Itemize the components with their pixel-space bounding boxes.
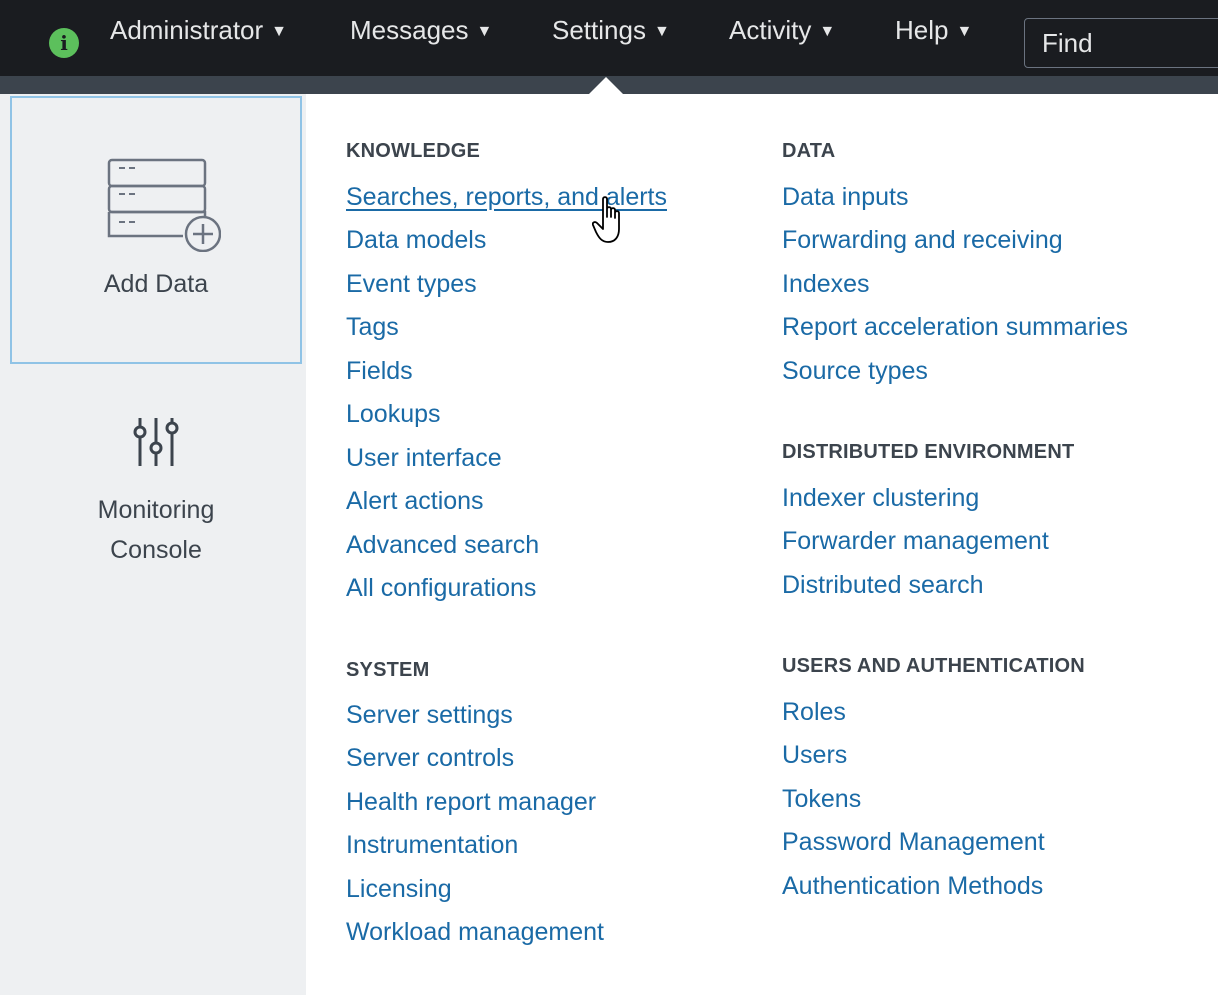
link-all-configurations[interactable]: All configurations bbox=[346, 574, 536, 603]
link-alert-actions[interactable]: Alert actions bbox=[346, 487, 484, 516]
pointer-hand-icon bbox=[592, 196, 620, 243]
link-health-report-manager[interactable]: Health report manager bbox=[346, 788, 596, 817]
settings-menu-label: Settings bbox=[552, 15, 646, 45]
link-event-types[interactable]: Event types bbox=[346, 270, 477, 299]
link-data-models[interactable]: Data models bbox=[346, 226, 486, 255]
chevron-down-icon: ▼ bbox=[271, 23, 287, 40]
link-forwarding-and-receiving[interactable]: Forwarding and receiving bbox=[782, 226, 1063, 255]
menu-pointer bbox=[589, 77, 623, 94]
chevron-down-icon: ▼ bbox=[819, 23, 836, 40]
help-menu-label: Help bbox=[895, 15, 949, 45]
distributed-environment-heading: DISTRIBUTED ENVIRONMENT bbox=[782, 441, 1075, 463]
link-authentication-methods[interactable]: Authentication Methods bbox=[782, 872, 1043, 901]
messages-menu[interactable]: Messages ▼ bbox=[350, 12, 492, 48]
add-data-tile[interactable]: Add Data bbox=[10, 96, 302, 364]
link-indexes[interactable]: Indexes bbox=[782, 270, 870, 299]
sliders-icon bbox=[133, 418, 179, 466]
chevron-down-icon: ▼ bbox=[653, 23, 670, 40]
find-input[interactable] bbox=[1024, 18, 1218, 68]
link-data-inputs[interactable]: Data inputs bbox=[782, 183, 908, 212]
link-users[interactable]: Users bbox=[782, 741, 847, 770]
settings-menu[interactable]: Settings ▼ bbox=[552, 12, 670, 48]
system-heading: SYSTEM bbox=[346, 659, 430, 681]
help-menu[interactable]: Help ▼ bbox=[895, 12, 972, 48]
data-heading: DATA bbox=[782, 140, 836, 162]
link-tags[interactable]: Tags bbox=[346, 313, 399, 342]
link-indexer-clustering[interactable]: Indexer clustering bbox=[782, 484, 979, 513]
info-icon[interactable]: i bbox=[49, 28, 79, 58]
link-instrumentation[interactable]: Instrumentation bbox=[346, 831, 518, 860]
link-tokens[interactable]: Tokens bbox=[782, 785, 861, 814]
activity-menu-label: Activity bbox=[729, 15, 812, 45]
add-data-label: Add Data bbox=[103, 270, 209, 298]
knowledge-heading: KNOWLEDGE bbox=[346, 140, 481, 162]
link-server-settings[interactable]: Server settings bbox=[346, 701, 513, 730]
chevron-down-icon: ▼ bbox=[956, 23, 973, 40]
link-workload-management[interactable]: Workload management bbox=[346, 918, 604, 947]
link-source-types[interactable]: Source types bbox=[782, 357, 928, 386]
user-menu[interactable]: Administrator ▼ bbox=[110, 12, 287, 48]
monitoring-console-tile[interactable]: Monitoring Console bbox=[10, 404, 302, 604]
link-distributed-search[interactable]: Distributed search bbox=[782, 571, 983, 600]
top-navigation-bar: i Administrator ▼ Messages ▼ Settings ▼ Act… bbox=[0, 0, 1218, 76]
messages-menu-label: Messages bbox=[350, 15, 469, 45]
link-password-management[interactable]: Password Management bbox=[782, 828, 1045, 857]
link-advanced-search[interactable]: Advanced search bbox=[346, 531, 539, 560]
add-data-icon bbox=[107, 158, 221, 252]
link-user-interface[interactable]: User interface bbox=[346, 444, 502, 473]
shortcut-column: Add Data Monitoring Console bbox=[0, 94, 306, 995]
link-lookups[interactable]: Lookups bbox=[346, 400, 441, 429]
monitoring-label-line1: Monitoring bbox=[97, 496, 215, 524]
user-menu-label: Administrator bbox=[110, 15, 264, 45]
users-and-authentication-heading: USERS AND AUTHENTICATION bbox=[782, 655, 1085, 677]
chevron-down-icon: ▼ bbox=[476, 23, 493, 40]
link-forwarder-management[interactable]: Forwarder management bbox=[782, 527, 1049, 556]
link-roles[interactable]: Roles bbox=[782, 698, 846, 727]
monitoring-label-line2: Console bbox=[110, 536, 202, 564]
link-server-controls[interactable]: Server controls bbox=[346, 744, 514, 773]
activity-menu[interactable]: Activity ▼ bbox=[729, 12, 835, 48]
link-licensing[interactable]: Licensing bbox=[346, 875, 452, 904]
link-fields[interactable]: Fields bbox=[346, 357, 413, 386]
link-report-acceleration-summaries[interactable]: Report acceleration summaries bbox=[782, 313, 1128, 342]
